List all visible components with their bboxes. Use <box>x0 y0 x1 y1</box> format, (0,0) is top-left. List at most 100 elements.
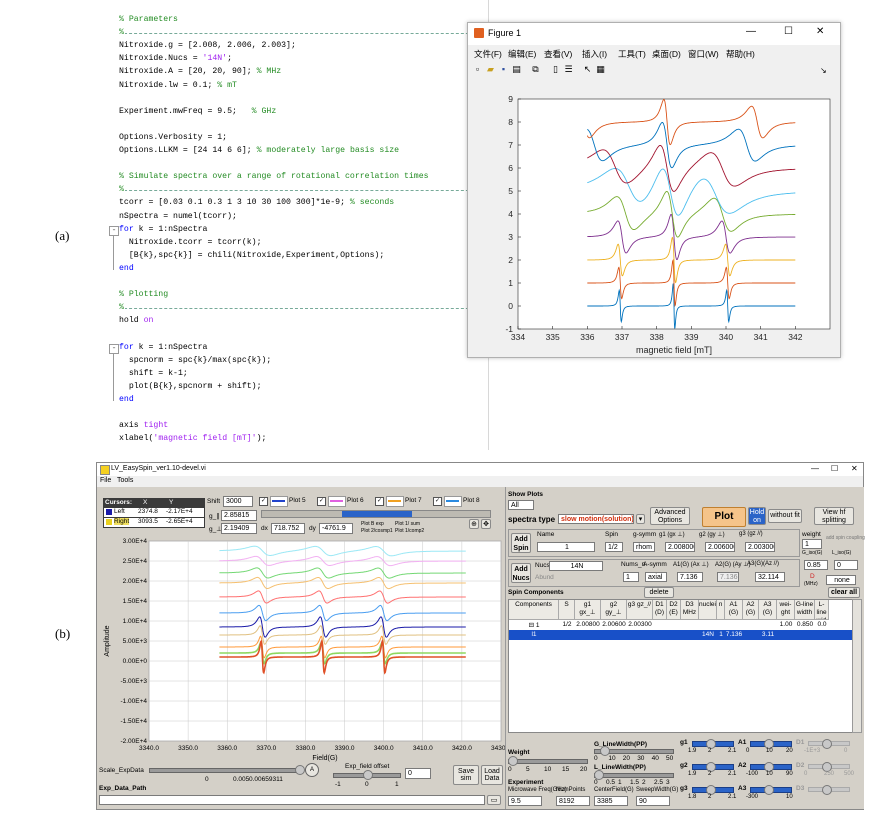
weight-input[interactable]: 1 <box>802 539 822 549</box>
figure-menu-item[interactable]: 桌面(D) <box>652 48 681 60</box>
figure-menu-item[interactable]: 插入(I) <box>582 48 607 60</box>
code-line[interactable]: % Plotting <box>119 290 168 300</box>
lv-maximize-button[interactable]: ☐ <box>831 464 838 473</box>
nucs-input[interactable]: 14N <box>549 561 603 571</box>
param-slider-knob[interactable] <box>822 785 832 795</box>
edit-plot-icon[interactable]: ↖ <box>582 64 593 75</box>
code-line[interactable]: Nitroxide.A = [20, 20, 90]; % MHz <box>119 67 281 77</box>
code-line-separator[interactable]: % <box>119 185 125 196</box>
lv-close-button[interactable]: ✕ <box>851 464 858 473</box>
insert-colorbar-icon[interactable]: ▯ <box>550 64 561 75</box>
add-spin-coupling-label[interactable]: add spin coupling <box>826 535 865 541</box>
labview-window[interactable]: LV_EasySpin_ver1.10-devel.vi — ☐ ✕ File … <box>96 462 865 810</box>
table-scrollbar[interactable] <box>852 599 862 733</box>
table-row[interactable]: l1 14N 1 7.136 3.11 <box>509 630 853 640</box>
code-line[interactable]: xlabel('magnetic field [mT]'); <box>119 434 266 444</box>
code-line[interactable]: hold on <box>119 316 153 326</box>
plot-visible-checkbox[interactable]: ✓ <box>433 497 442 506</box>
lv-spectrum-graph[interactable]: 3340.0 3350.0 3360.0 3370.0 3380.0 3390.0 3400… <box>97 535 505 763</box>
table-row[interactable]: ⊟ 1 1/2 2.00800 2.00600 2.00300 1.00 0.850 0.0 <box>509 620 853 630</box>
spin-components-table[interactable]: Components Sg1 gx_⊥ g2 gy_⊥ g3 gz_//D1 (D) D… <box>508 599 854 733</box>
save-sim-button[interactable]: Save sim <box>453 765 479 785</box>
matlab-code-editor[interactable]: % Parameters% Nitroxide.g = [2.008, 2.006… <box>108 0 488 450</box>
weight-slider-track[interactable] <box>508 759 588 764</box>
code-line[interactable]: Options.Verbosity = 1; <box>119 133 227 143</box>
plot-scroll-thumb[interactable] <box>342 511 412 517</box>
experiment-field-input[interactable]: 8192 <box>556 796 590 806</box>
scale-expdata-knob[interactable] <box>295 765 305 775</box>
lv-titlebar[interactable]: LV_EasySpin_ver1.10-devel.vi — ☐ ✕ <box>97 463 863 476</box>
nums-input[interactable]: 1 <box>623 572 639 582</box>
code-line[interactable]: Nitroxide.g = [2.008, 2.006, 2.003]; <box>119 41 296 51</box>
a-symm-select[interactable]: axial <box>645 572 667 582</box>
add-nucs-button[interactable]: Add Nucs <box>511 563 531 583</box>
dock-arrow-icon[interactable]: ↘ <box>820 66 827 75</box>
code-line[interactable]: Nitroxide.tcorr = tcorr(k); <box>119 238 262 248</box>
open-file-icon[interactable]: ▰ <box>485 64 496 75</box>
shift-input[interactable]: 3000 <box>223 496 253 507</box>
code-line[interactable]: axis tight <box>119 421 168 431</box>
param-slider-knob[interactable] <box>822 739 832 749</box>
load-data-button[interactable]: Load Data <box>481 765 503 785</box>
plot-visible-checkbox[interactable]: ✓ <box>317 497 326 506</box>
code-line[interactable]: Options.LLKM = [24 14 6 6]; % moderately… <box>119 146 399 156</box>
code-line-separator[interactable]: % <box>119 303 125 314</box>
exp-field-offset-knob[interactable] <box>363 770 373 780</box>
cursor-row-left[interactable]: Left 2374.8 -2.17E+4 <box>104 508 204 517</box>
g3-input[interactable]: 2.003000 <box>745 542 775 552</box>
l-iso-input[interactable]: 0 <box>834 560 858 570</box>
view-hf-splitting-button[interactable]: View hf splitting <box>814 507 854 525</box>
fold-toggle-icon[interactable]: - <box>109 343 119 354</box>
code-line[interactable]: end <box>119 264 134 274</box>
code-line[interactable]: Nitroxide.Nucs = '14N'; <box>119 54 232 64</box>
figure-menu-item[interactable]: 窗口(W) <box>688 48 719 60</box>
figure-menu-item[interactable]: 帮助(H) <box>726 48 755 60</box>
code-line[interactable]: shift = k-1; <box>119 369 188 379</box>
figure-titlebar[interactable]: Figure 1 — ☐ ✕ <box>468 23 840 45</box>
weight-slider-knob[interactable] <box>508 756 518 766</box>
spectra-type-dropdown-icon[interactable]: ▾ <box>636 514 645 524</box>
plot-visible-checkbox[interactable]: ✓ <box>259 497 268 506</box>
code-line[interactable]: % Simulate spectra over a range of rotat… <box>119 172 429 182</box>
menu-tools[interactable]: Tools <box>117 477 133 484</box>
code-line[interactable]: for k = 1:nSpectra <box>119 343 207 353</box>
spin-select[interactable]: 1/2 <box>605 542 623 552</box>
g2-input[interactable]: 2.006000 <box>705 542 735 552</box>
print-icon[interactable]: ▤ <box>511 64 522 75</box>
hold-on-toggle[interactable]: Hold on <box>748 507 766 525</box>
cursor-table[interactable]: Cursors: X Y Left 2374.8 -2.17E+4 Right … <box>103 498 205 528</box>
experiment-field-input[interactable]: 3385 <box>594 796 628 806</box>
scale-expdata-track[interactable] <box>149 768 301 773</box>
a3-input[interactable]: 32.114 <box>755 572 785 582</box>
save-icon[interactable]: ▪ <box>498 64 509 75</box>
param-slider-knob[interactable] <box>764 785 774 795</box>
without-fit-button[interactable]: without fit <box>768 509 802 523</box>
fold-toggle-icon[interactable]: - <box>109 225 119 236</box>
new-figure-icon[interactable]: ▫ <box>472 64 483 75</box>
code-line[interactable]: % Parameters <box>119 15 178 25</box>
delete-button[interactable]: delete <box>644 587 674 598</box>
advanced-options-button[interactable]: Advanced Options <box>650 507 690 525</box>
spin-name-input[interactable]: 1 <box>537 542 595 552</box>
figure-menu-item[interactable]: 工具(T) <box>618 48 646 60</box>
coupling-none-select[interactable]: none <box>826 575 856 585</box>
figure-menu-item[interactable]: 查看(V) <box>544 48 572 60</box>
pan-tool-icon[interactable]: ✥ <box>481 519 491 529</box>
exp-data-path-input[interactable] <box>99 795 485 805</box>
code-line[interactable]: tcorr = [0.03 0.1 0.3 1 3 10 30 100 300]… <box>119 198 394 208</box>
lv-minimize-button[interactable]: — <box>811 464 819 473</box>
code-line[interactable]: plot(B{k},spcnorm + shift); <box>119 382 262 392</box>
property-inspector-icon[interactable]: ▦ <box>595 64 606 75</box>
plot-scroll-track[interactable] <box>261 510 491 518</box>
plot-visible-checkbox[interactable]: ✓ <box>375 497 384 506</box>
a1-input[interactable]: 7.136 <box>677 572 703 582</box>
a2-input[interactable]: 7.136 <box>717 572 739 582</box>
g-iso-input[interactable]: 0.85 <box>804 560 828 570</box>
code-line[interactable]: end <box>119 395 134 405</box>
g1-input[interactable]: 2.008000 <box>665 542 695 552</box>
figure-menu-item[interactable]: 编辑(E) <box>508 48 536 60</box>
code-line[interactable]: [B{k},spc{k}] = chili(Nitroxide,Experime… <box>119 251 385 261</box>
link-plot-icon[interactable]: ⧉ <box>530 64 541 75</box>
code-line[interactable]: for k = 1:nSpectra <box>119 225 207 235</box>
code-line-separator[interactable]: % <box>119 28 125 39</box>
